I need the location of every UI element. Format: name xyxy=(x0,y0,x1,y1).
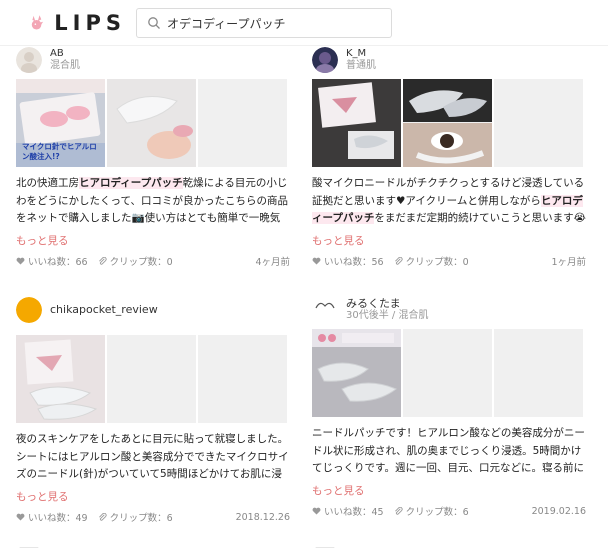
brand-name: LIPS xyxy=(54,11,126,35)
skin-type: 普通肌 xyxy=(346,60,376,71)
post-image-placeholder xyxy=(198,335,287,423)
post-image-placeholder xyxy=(403,329,492,417)
heart-icon xyxy=(312,257,321,265)
post-text: ニードルパッチです！ヒアルロン酸などの美容成分がニードル状に形成され、肌の奥まで… xyxy=(312,427,585,474)
post-user[interactable]: みるくたま 30代後半 / 混合肌 xyxy=(312,294,586,326)
post-user[interactable]: K_M 普通肌 xyxy=(312,44,586,76)
post-image[interactable] xyxy=(107,79,196,167)
clip-count-text: クリップ数：6 xyxy=(109,513,173,524)
post-body[interactable]: 酸マイクロニードルがチクチクっとするけど浸透している証拠だと思います♥アイクリー… xyxy=(312,175,586,228)
post-image[interactable]: マイクロ針でヒアルロン酸注入!? xyxy=(16,79,105,167)
post-image[interactable] xyxy=(16,335,105,423)
post-stats: いいね数：49 クリップ数：6 2018.12.26 xyxy=(16,510,290,524)
post-body[interactable]: ニードルパッチです！ヒアルロン酸などの美容成分がニードル状に形成され、肌の奥まで… xyxy=(312,425,586,478)
clip-icon xyxy=(394,506,403,515)
image-caption: マイクロ針でヒアルロン酸注入!? xyxy=(22,142,97,161)
avatar[interactable] xyxy=(312,47,338,73)
read-more-link[interactable]: もっと見る xyxy=(16,489,69,504)
post-date: 2019.02.16 xyxy=(531,505,586,517)
like-count[interactable]: いいね数：45 xyxy=(312,504,384,518)
post-stats: いいね数：45 クリップ数：6 2019.02.16 xyxy=(312,504,586,518)
post-stats: いいね数：56 クリップ数：0 1ヶ月前 xyxy=(312,254,586,268)
read-more-link[interactable]: もっと見る xyxy=(312,483,365,498)
like-count[interactable]: いいね数：56 xyxy=(312,254,384,268)
post-image-placeholder xyxy=(107,335,196,423)
lips-rabbit-logo-icon xyxy=(31,15,44,30)
heart-icon xyxy=(16,513,25,521)
like-count-text: いいね数：56 xyxy=(324,257,384,268)
clip-icon xyxy=(98,256,107,265)
next-row-avatar xyxy=(312,540,338,548)
like-count-text: いいね数：45 xyxy=(324,507,384,518)
username[interactable]: chikapocket_review xyxy=(50,304,158,316)
top-header: LIPS オデコディープパッチ xyxy=(0,0,608,46)
post-image-placeholder xyxy=(198,79,287,167)
username[interactable]: K_M xyxy=(346,48,376,60)
post-card[interactable]: K_M 普通肌 酸マイクロニードルがチクチクっとするけど浸透している証拠だと思い… xyxy=(312,44,586,268)
skin-type: 混合肌 xyxy=(50,60,80,71)
clip-count[interactable]: クリップ数：0 xyxy=(394,254,469,268)
like-count[interactable]: いいね数：66 xyxy=(16,254,88,268)
clip-count[interactable]: クリップ数：0 xyxy=(98,254,173,268)
search-query: オデコディープパッチ xyxy=(167,16,286,31)
clip-icon xyxy=(394,256,403,265)
clip-count-text: クリップ数：0 xyxy=(405,257,469,268)
heart-icon xyxy=(312,507,321,515)
read-more-link[interactable]: もっと見る xyxy=(16,233,69,248)
clip-count-text: クリップ数：0 xyxy=(109,257,173,268)
post-card[interactable]: chikapocket_review 夜のスキンケアをしたあとに目元に貼って就寝… xyxy=(16,294,290,524)
post-date: 1ヶ月前 xyxy=(551,257,586,268)
post-images[interactable] xyxy=(312,79,586,167)
clip-icon xyxy=(98,512,107,521)
post-card[interactable]: AB 混合肌 マイクロ針でヒアルロン酸注入!? 北の快適工房ヒアロディープパッチ… xyxy=(16,44,290,268)
post-images[interactable] xyxy=(312,329,586,417)
post-image[interactable] xyxy=(312,329,401,417)
post-user[interactable]: chikapocket_review xyxy=(16,294,290,326)
highlight-keyword: ヒアロディープパッチ xyxy=(79,177,183,189)
post-date: 4ヶ月前 xyxy=(255,257,290,268)
post-image-placeholder xyxy=(494,329,583,417)
skin-type: 30代後半 / 混合肌 xyxy=(346,310,429,321)
post-user[interactable]: AB 混合肌 xyxy=(16,44,290,76)
post-images[interactable]: マイクロ針でヒアルロン酸注入!? xyxy=(16,79,290,167)
lips-logo[interactable]: LIPS xyxy=(30,6,126,40)
search-icon xyxy=(148,17,160,29)
heart-icon xyxy=(16,257,25,265)
like-count[interactable]: いいね数：49 xyxy=(16,510,88,524)
post-image[interactable] xyxy=(403,79,492,167)
clip-count-text: クリップ数：6 xyxy=(405,507,469,518)
username[interactable]: みるくたま xyxy=(346,298,428,310)
avatar[interactable] xyxy=(16,47,42,73)
like-count-text: いいね数：66 xyxy=(28,257,88,268)
post-images[interactable] xyxy=(16,335,290,423)
post-image[interactable] xyxy=(312,79,401,167)
post-body[interactable]: 北の快適工房ヒアロディープパッチ乾燥による目元の小じわをどうにかしたくって、口コ… xyxy=(16,175,290,228)
post-image-placeholder xyxy=(494,79,583,167)
post-text: 北の快適工房 xyxy=(16,177,79,189)
post-stats: いいね数：66 クリップ数：0 4ヶ月前 xyxy=(16,254,290,268)
like-count-text: いいね数：49 xyxy=(28,513,88,524)
read-more-link[interactable]: もっと見る xyxy=(312,233,365,248)
post-card[interactable]: みるくたま 30代後半 / 混合肌 ニードルパッチです！ヒアルロン酸などの美容成… xyxy=(312,294,586,518)
post-text: 夜のスキンケアをしたあとに目元に貼って就寝しました。シートにはヒアルロン酸と美容… xyxy=(16,433,289,480)
post-date: 2018.12.26 xyxy=(235,511,290,523)
clip-count[interactable]: クリップ数：6 xyxy=(98,510,173,524)
username[interactable]: AB xyxy=(50,48,80,60)
avatar[interactable] xyxy=(16,297,42,323)
post-body[interactable]: 夜のスキンケアをしたあとに目元に貼って就寝しました。シートにはヒアルロン酸と美容… xyxy=(16,431,290,484)
next-row-avatar xyxy=(16,540,42,548)
search-input[interactable]: オデコディープパッチ xyxy=(136,8,392,38)
clip-count[interactable]: クリップ数：6 xyxy=(394,504,469,518)
avatar[interactable] xyxy=(312,297,338,323)
